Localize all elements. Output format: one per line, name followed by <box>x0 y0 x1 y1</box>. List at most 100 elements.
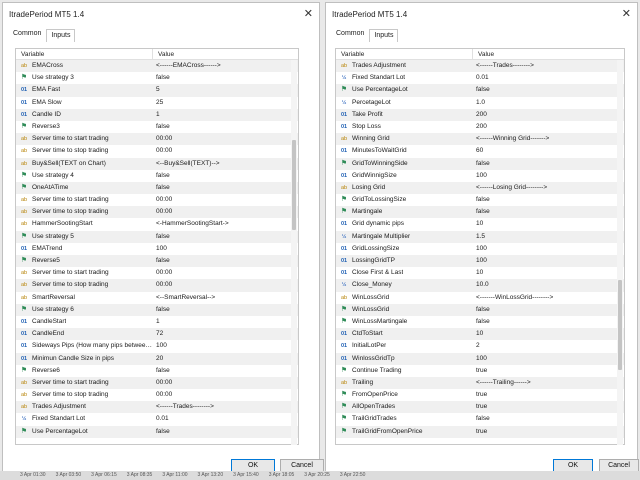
table-row[interactable]: 01 LossingGridTP 100 <box>336 255 624 268</box>
value-cell[interactable]: 1 <box>153 109 298 121</box>
close-icon[interactable]: ✕ <box>304 7 313 20</box>
value-cell[interactable]: false <box>473 304 624 316</box>
table-row[interactable]: 01 GridLossingSize 100 <box>336 243 624 255</box>
close-icon[interactable]: ✕ <box>622 7 631 20</box>
value-cell[interactable]: 1.0 <box>473 97 624 109</box>
value-cell[interactable]: 100 <box>153 243 298 255</box>
value-cell[interactable]: 00:00 <box>153 145 298 157</box>
table-row[interactable]: ⚑ Use strategy 6 false <box>16 303 298 316</box>
value-cell[interactable]: <------EMACross------> <box>153 60 298 72</box>
table-row[interactable]: 01 EMA Slow 25 <box>16 97 298 109</box>
value-cell[interactable]: 60 <box>473 145 624 157</box>
value-cell[interactable]: 20 <box>153 353 298 365</box>
scrollbar-thumb[interactable] <box>618 280 622 370</box>
value-cell[interactable]: 00:00 <box>153 133 298 145</box>
tab-inputs[interactable]: Inputs <box>369 29 399 42</box>
value-cell[interactable]: <--Buy&Sell(TEXT)--> <box>153 158 298 170</box>
column-header-value[interactable]: Value <box>153 49 174 59</box>
value-cell[interactable]: true <box>473 401 624 413</box>
table-row[interactable]: ab Server time to stop trading 00:00 <box>16 389 298 401</box>
value-cell[interactable]: false <box>473 413 624 425</box>
column-header-variable[interactable]: Variable <box>336 49 473 59</box>
value-cell[interactable]: 0.01 <box>153 413 298 425</box>
value-cell[interactable]: 100 <box>473 255 624 267</box>
scrollbar[interactable] <box>291 60 297 445</box>
table-row[interactable]: ab Trades Adjustment <------Trades--------… <box>16 401 298 414</box>
value-cell[interactable]: false <box>473 194 624 206</box>
value-cell[interactable]: 200 <box>473 109 624 121</box>
value-cell[interactable]: 5 <box>153 84 298 96</box>
value-cell[interactable]: 25 <box>153 97 298 109</box>
value-cell[interactable]: true <box>473 365 624 377</box>
table-row[interactable]: ab Buy&Sell(TEXT on Chart) <--Buy&Sell(TEX… <box>16 157 298 170</box>
table-row[interactable]: ½ PercetageLot 1.0 <box>336 97 624 109</box>
value-cell[interactable]: false <box>153 426 298 438</box>
value-cell[interactable]: 1.5 <box>473 231 624 243</box>
value-cell[interactable]: true <box>473 426 624 438</box>
tab-common[interactable]: Common <box>331 27 369 41</box>
table-row[interactable]: ⚑ Continue Trading true <box>336 365 624 377</box>
value-cell[interactable]: 00:00 <box>153 267 298 279</box>
value-cell[interactable]: true <box>473 389 624 401</box>
table-row[interactable]: ⚑ GridToLossingSize false <box>336 194 624 206</box>
table-row[interactable]: 01 InitialLotPer 2 <box>336 340 624 352</box>
table-row[interactable]: ab Server time to start trading 00:00 <box>16 376 298 390</box>
table-row[interactable]: ab SmartReversal <--SmartReversal--> <box>16 292 298 304</box>
value-cell[interactable]: 00:00 <box>153 194 298 206</box>
tab-inputs[interactable]: Inputs <box>46 29 76 42</box>
table-row[interactable]: 01 Minimun Candle Size in pips 20 <box>16 352 298 365</box>
value-cell[interactable]: <------Losing Grid--------> <box>473 182 624 194</box>
value-cell[interactable]: 100 <box>473 353 624 365</box>
table-row[interactable]: ab Server time to stop trading 00:00 <box>16 145 298 157</box>
table-row[interactable]: ½ Martingale Multiplier 1.5 <box>336 230 624 243</box>
value-cell[interactable]: false <box>473 206 624 218</box>
value-cell[interactable]: 10.0 <box>473 279 624 291</box>
table-row[interactable]: 01 CtdToStart 10 <box>336 328 624 341</box>
table-row[interactable]: 01 Stop Loss 200 <box>336 121 624 133</box>
value-cell[interactable]: 1 <box>153 316 298 328</box>
value-cell[interactable]: 10 <box>473 328 624 340</box>
value-cell[interactable]: false <box>473 84 624 96</box>
value-cell[interactable]: 72 <box>153 328 298 340</box>
value-cell[interactable]: 00:00 <box>153 279 298 291</box>
table-row[interactable]: 01 Grid dynamic pips 10 <box>336 218 624 230</box>
table-row[interactable]: 01 Take Profit 200 <box>336 108 624 121</box>
scrollbar-thumb[interactable] <box>292 140 296 230</box>
value-cell[interactable]: <------Trades--------> <box>473 60 624 72</box>
table-row[interactable]: ab Losing Grid <------Losing Grid--------> <box>336 181 624 195</box>
value-cell[interactable]: false <box>153 72 298 84</box>
table-row[interactable]: ab Server time to start trading 00:00 <box>16 194 298 206</box>
value-cell[interactable]: 100 <box>473 170 624 182</box>
value-cell[interactable]: <-HammerSootingStart-> <box>153 218 298 230</box>
value-cell[interactable]: false <box>473 158 624 170</box>
table-row[interactable]: ⚑ Use strategy 5 false <box>16 230 298 243</box>
table-row[interactable]: ⚑ Use PercentageLot false <box>336 84 624 97</box>
value-cell[interactable]: 100 <box>153 340 298 352</box>
table-row[interactable]: ⚑ AllOpenTrades true <box>336 401 624 414</box>
value-cell[interactable]: 10 <box>473 218 624 230</box>
value-cell[interactable]: <------Trailing------> <box>473 377 624 389</box>
value-cell[interactable]: 00:00 <box>153 389 298 401</box>
value-cell[interactable]: false <box>153 182 298 194</box>
value-cell[interactable]: 200 <box>473 121 624 133</box>
value-cell[interactable]: <------Winning Grid-------> <box>473 133 624 145</box>
table-row[interactable]: ab Server time to stop trading 00:00 <box>16 279 298 292</box>
value-cell[interactable]: 100 <box>473 243 624 255</box>
table-row[interactable]: ⚑ WinLossGrid false <box>336 303 624 316</box>
scrollbar[interactable] <box>617 60 623 445</box>
value-cell[interactable]: <--SmartReversal--> <box>153 292 298 304</box>
value-cell[interactable]: false <box>153 304 298 316</box>
table-row[interactable]: ab Trailing <------Trailing------> <box>336 376 624 390</box>
table-row[interactable]: ⚑ TrailGridFromOpenPrice true <box>336 425 624 438</box>
table-row[interactable]: ⚑ WinLossMartingale false <box>336 316 624 328</box>
table-row[interactable]: 01 Candle ID 1 <box>16 108 298 121</box>
value-cell[interactable]: <------Trades--------> <box>153 401 298 413</box>
value-cell[interactable]: 00:00 <box>153 206 298 218</box>
table-row[interactable]: ½ Fixed Standart Lot 0.01 <box>336 72 624 84</box>
table-row[interactable]: ⚑ OneAtATime false <box>16 181 298 195</box>
table-row[interactable]: ⚑ Martingale false <box>336 206 624 219</box>
value-cell[interactable]: false <box>153 231 298 243</box>
table-row[interactable]: 01 EMA Fast 5 <box>16 84 298 97</box>
table-row[interactable]: ⚑ Use strategy 4 false <box>16 170 298 182</box>
value-cell[interactable]: false <box>153 121 298 133</box>
